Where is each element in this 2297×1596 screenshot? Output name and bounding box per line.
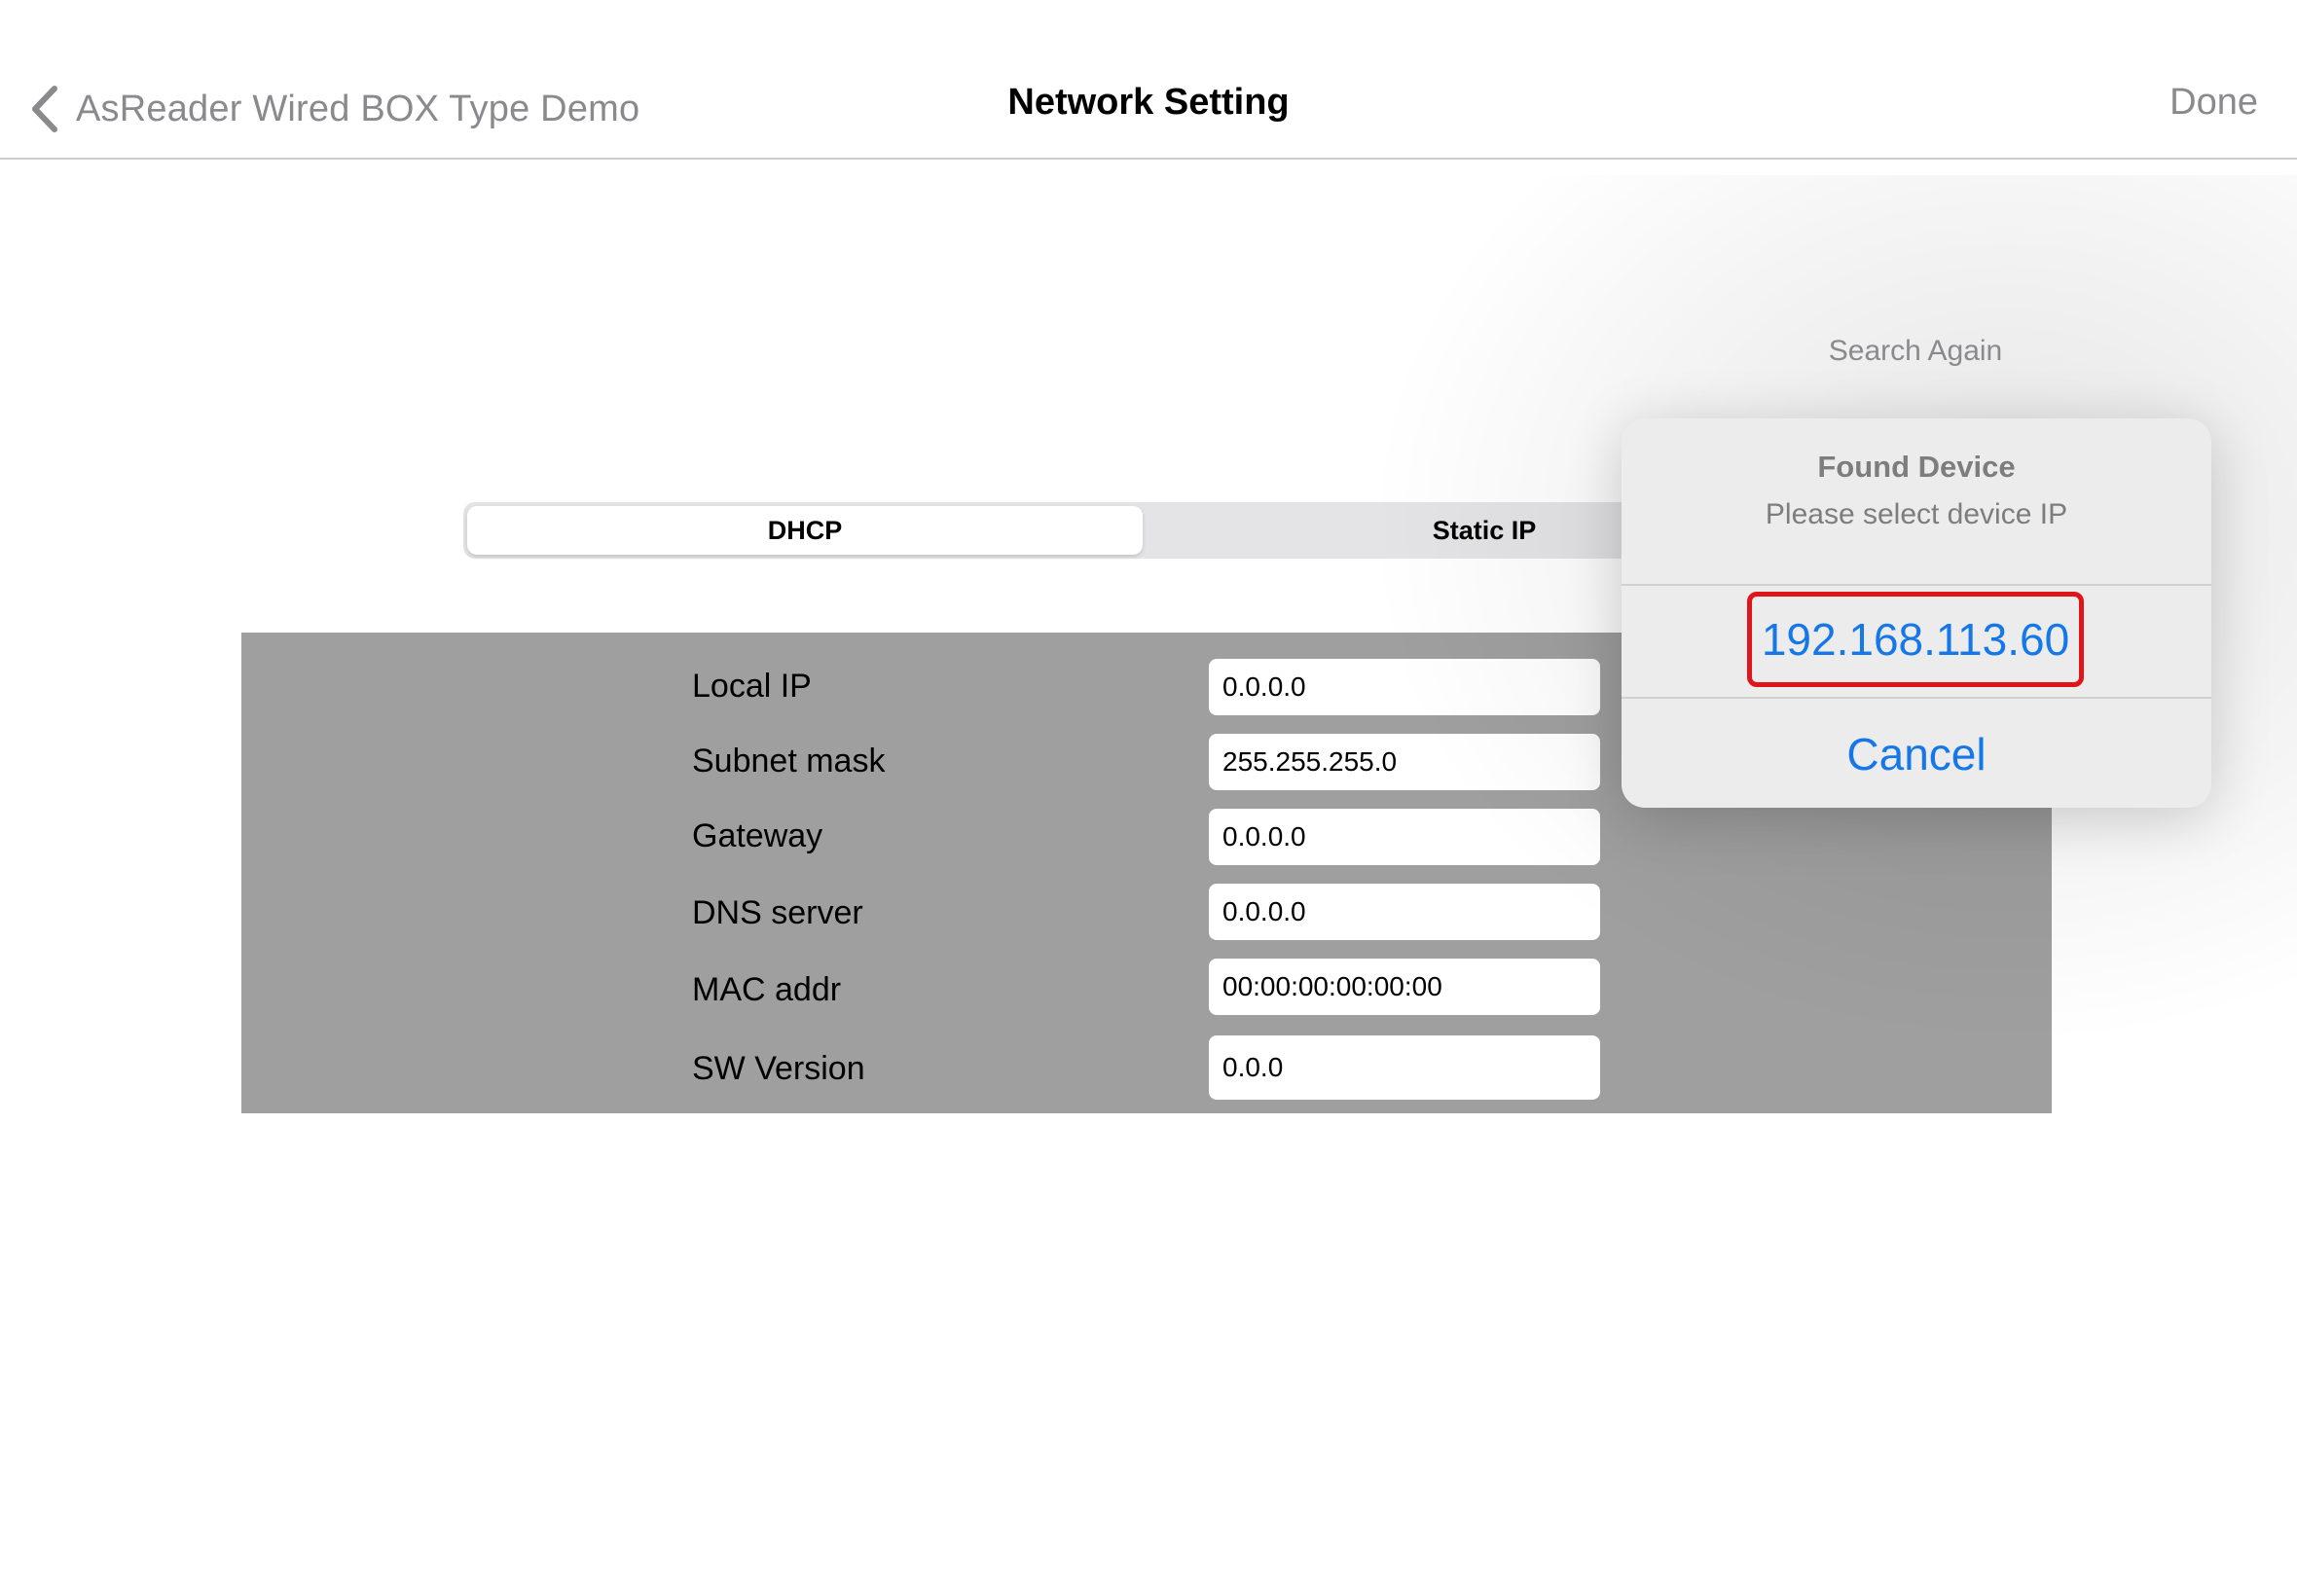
device-ip-option[interactable]: 192.168.113.60 — [1747, 592, 2084, 687]
sheet-title: Found Device — [1817, 450, 2016, 484]
gateway-field[interactable]: 0.0.0.0 — [1209, 809, 1600, 865]
page-title: Network Setting — [1007, 82, 1290, 123]
sw-version-label: SW Version — [692, 1050, 865, 1087]
divider — [1622, 697, 2211, 699]
navigation-bar: AsReader Wired BOX Type Demo Network Set… — [0, 0, 2297, 160]
sw-version-field[interactable]: 0.0.0 — [1209, 1035, 1600, 1100]
screen: AsReader Wired BOX Type Demo Network Set… — [0, 0, 2297, 1596]
subnet-mask-label: Subnet mask — [692, 743, 886, 780]
mac-addr-field[interactable]: 00:00:00:00:00:00 — [1209, 959, 1600, 1015]
cancel-button[interactable]: Cancel — [1622, 701, 2211, 808]
mac-addr-label: MAC addr — [692, 971, 842, 1008]
segment-dhcp[interactable]: DHCP — [467, 506, 1143, 555]
subnet-mask-field[interactable]: 255.255.255.0 — [1209, 734, 1600, 790]
divider — [1622, 584, 2211, 586]
search-again-button[interactable]: Search Again — [1622, 335, 2209, 368]
gateway-label: Gateway — [692, 817, 823, 854]
popover-arrow — [1894, 393, 1941, 418]
dns-server-field[interactable]: 0.0.0.0 — [1209, 884, 1600, 940]
done-button[interactable]: Done — [2169, 82, 2258, 124]
dns-server-label: DNS server — [692, 894, 863, 931]
found-device-action-sheet: Found Device Please select device IP 192… — [1622, 418, 2211, 808]
sheet-message: Please select device IP — [1765, 498, 2068, 530]
local-ip-field[interactable]: 0.0.0.0 — [1209, 659, 1600, 715]
local-ip-label: Local IP — [692, 668, 812, 705]
